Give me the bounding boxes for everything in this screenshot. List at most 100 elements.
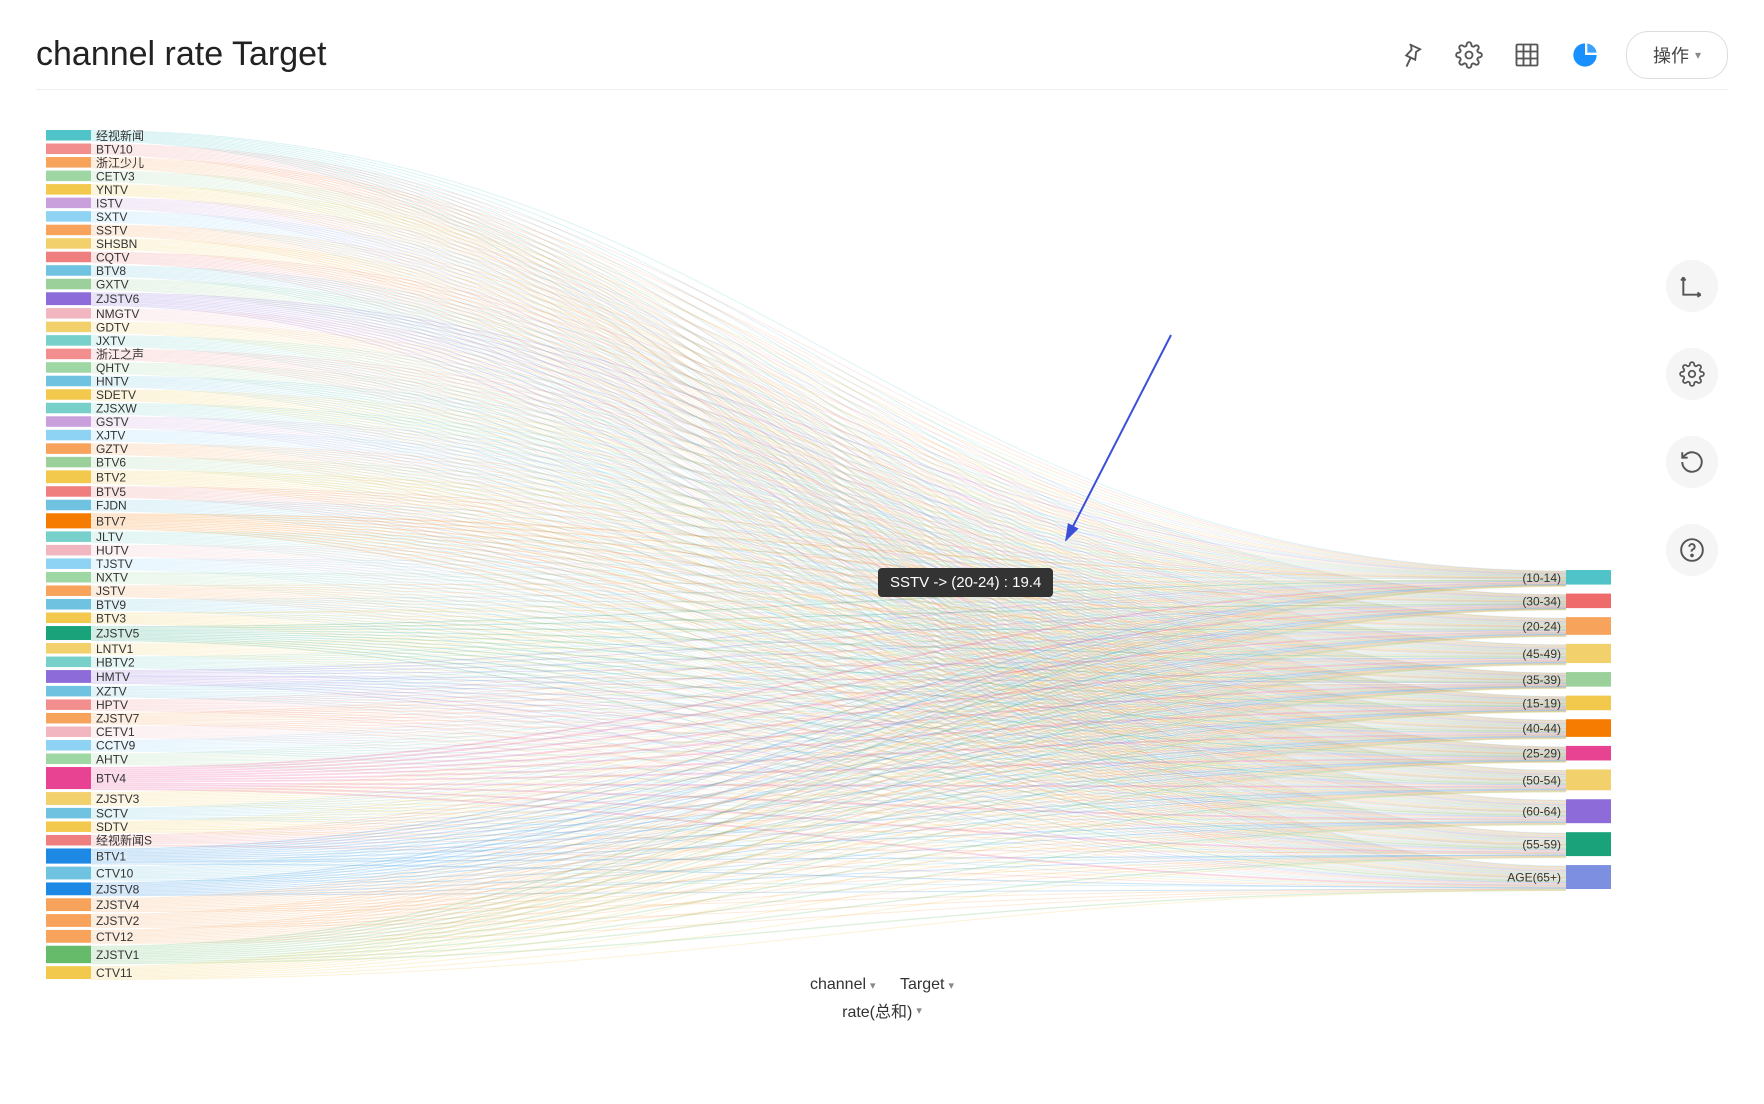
sankey-source-label: ZJSTV2 [96, 914, 140, 928]
sankey-target-node[interactable] [1566, 832, 1611, 856]
sankey-target-node[interactable] [1566, 594, 1611, 609]
sankey-target-node[interactable] [1566, 799, 1611, 823]
sankey-source-node[interactable] [46, 613, 91, 624]
sankey-source-label: TJSTV [96, 557, 133, 571]
sankey-source-node[interactable] [46, 389, 91, 400]
sankey-source-node[interactable] [46, 792, 91, 805]
sankey-source-label: YNTV [96, 183, 128, 197]
sankey-source-label: BTV2 [96, 470, 126, 484]
sankey-source-node[interactable] [46, 292, 91, 305]
sankey-source-node[interactable] [46, 657, 91, 668]
sankey-target-node[interactable] [1566, 696, 1611, 711]
refresh-icon[interactable] [1666, 436, 1718, 488]
sankey-source-node[interactable] [46, 930, 91, 943]
sankey-source-node[interactable] [46, 946, 91, 963]
sankey-source-label: SDETV [96, 388, 136, 402]
sankey-source-node[interactable] [46, 821, 91, 832]
sankey-target-node[interactable] [1566, 865, 1611, 889]
sankey-target-node[interactable] [1566, 672, 1611, 687]
sankey-target-node[interactable] [1566, 769, 1611, 790]
sankey-source-node[interactable] [46, 767, 91, 789]
sankey-source-node[interactable] [46, 252, 91, 263]
sankey-source-node[interactable] [46, 626, 91, 640]
sankey-source-node[interactable] [46, 867, 91, 880]
sankey-source-node[interactable] [46, 599, 91, 610]
sankey-source-node[interactable] [46, 545, 91, 556]
sankey-source-node[interactable] [46, 686, 91, 697]
sankey-source-node[interactable] [46, 470, 91, 483]
sankey-source-node[interactable] [46, 699, 91, 710]
sankey-source-node[interactable] [46, 513, 91, 528]
sankey-source-label: ISTV [96, 196, 123, 210]
sankey-source-node[interactable] [46, 238, 91, 249]
gear-icon[interactable] [1452, 38, 1486, 72]
pin-icon[interactable] [1394, 38, 1428, 72]
sankey-source-node[interactable] [46, 572, 91, 583]
sankey-source-label: XJTV [96, 429, 125, 443]
sankey-source-node[interactable] [46, 279, 91, 290]
sankey-target-label: (45-49) [1522, 647, 1561, 661]
sankey-source-node[interactable] [46, 335, 91, 346]
actions-dropdown[interactable]: 操作 ▾ [1626, 31, 1728, 79]
dim-channel[interactable]: channel▾ [810, 976, 876, 994]
sankey-target-label: (10-14) [1522, 571, 1561, 585]
sankey-source-node[interactable] [46, 898, 91, 911]
sankey-source-node[interactable] [46, 500, 91, 511]
sankey-source-node[interactable] [46, 726, 91, 737]
chart-icon[interactable] [1568, 38, 1602, 72]
sankey-source-label: BTV9 [96, 598, 126, 612]
sankey-source-node[interactable] [46, 198, 91, 209]
sankey-source-node[interactable] [46, 754, 91, 765]
sankey-target-node[interactable] [1566, 719, 1611, 737]
sankey-source-node[interactable] [46, 531, 91, 542]
sankey-target-label: (35-39) [1522, 673, 1561, 687]
sankey-target-node[interactable] [1566, 644, 1611, 663]
table-icon[interactable] [1510, 38, 1544, 72]
gear-icon[interactable] [1666, 348, 1718, 400]
sankey-source-node[interactable] [46, 416, 91, 427]
sankey-source-node[interactable] [46, 308, 91, 319]
sankey-source-node[interactable] [46, 848, 91, 863]
sankey-source-node[interactable] [46, 914, 91, 927]
sankey-chart[interactable]: 经视新闻BTV10浙江少儿CETV3YNTVISTVSXTVSSTVSHSBNC… [36, 90, 1728, 1030]
sankey-source-node[interactable] [46, 211, 91, 222]
sankey-source-node[interactable] [46, 430, 91, 441]
sankey-source-label: ZJSTV8 [96, 882, 140, 896]
chart-area[interactable]: 经视新闻BTV10浙江少儿CETV3YNTVISTVSXTVSSTVSHSBNC… [36, 90, 1728, 1030]
sankey-source-node[interactable] [46, 171, 91, 182]
sankey-source-node[interactable] [46, 362, 91, 373]
sankey-source-label: ZJSTV4 [96, 898, 140, 912]
sankey-source-node[interactable] [46, 835, 91, 846]
sankey-source-node[interactable] [46, 443, 91, 454]
sankey-source-node[interactable] [46, 558, 91, 569]
dim-target[interactable]: Target▾ [900, 976, 954, 994]
sankey-source-node[interactable] [46, 225, 91, 236]
sankey-source-node[interactable] [46, 882, 91, 895]
sankey-source-node[interactable] [46, 585, 91, 596]
sankey-source-node[interactable] [46, 643, 91, 654]
sankey-source-node[interactable] [46, 808, 91, 819]
dim-measure[interactable]: rate(总和)▾ [842, 998, 922, 1022]
sankey-target-node[interactable] [1566, 617, 1611, 635]
sankey-source-node[interactable] [46, 713, 91, 724]
sankey-source-node[interactable] [46, 486, 91, 497]
axis-icon[interactable] [1666, 260, 1718, 312]
sankey-source-node[interactable] [46, 376, 91, 387]
sankey-source-node[interactable] [46, 322, 91, 333]
sankey-source-node[interactable] [46, 265, 91, 276]
sankey-source-node[interactable] [46, 144, 91, 155]
sankey-source-label: GSTV [96, 415, 129, 429]
sankey-source-node[interactable] [46, 130, 91, 141]
sankey-source-node[interactable] [46, 457, 91, 468]
sankey-source-node[interactable] [46, 403, 91, 414]
sankey-target-node[interactable] [1566, 570, 1611, 585]
sankey-source-node[interactable] [46, 157, 91, 168]
sankey-target-node[interactable] [1566, 746, 1611, 761]
sankey-source-node[interactable] [46, 349, 91, 360]
sankey-source-node[interactable] [46, 670, 91, 683]
sankey-source-label: BTV10 [96, 142, 133, 156]
help-icon[interactable] [1666, 524, 1718, 576]
sankey-source-node[interactable] [46, 740, 91, 751]
sankey-source-node[interactable] [46, 184, 91, 195]
sankey-source-label: ZJSTV1 [96, 948, 140, 962]
